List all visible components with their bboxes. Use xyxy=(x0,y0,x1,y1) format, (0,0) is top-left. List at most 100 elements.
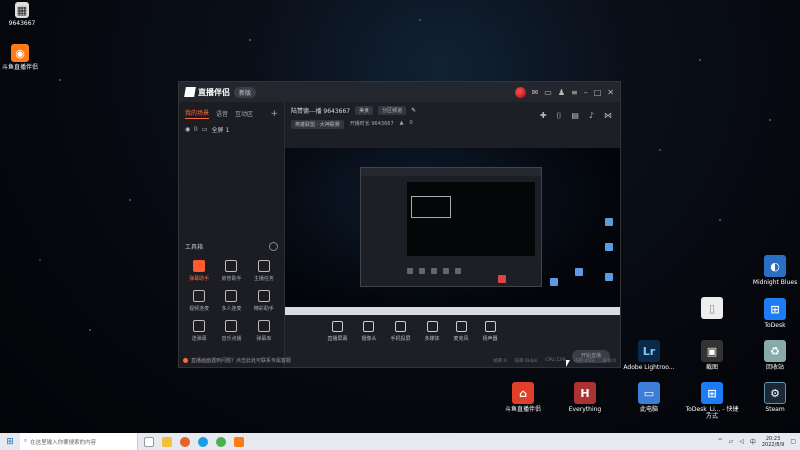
task-view-icon[interactable] xyxy=(144,436,154,447)
chevron-up-icon[interactable]: ^ xyxy=(718,438,723,445)
windows-taskbar: ⊞ ⌕ 在这里输入你要搜索的内容 ^ ▱ ◁ 中 20:23 2022/8/9 … xyxy=(0,433,800,450)
firefox-icon[interactable] xyxy=(180,436,190,447)
desktop-icon-steam[interactable]: ⚙ Steam xyxy=(746,382,800,413)
source-control[interactable]: 麦克风 xyxy=(454,321,469,342)
desktop-icon-screenshot[interactable]: ▣ 截图 xyxy=(683,340,741,371)
scene-tabs: 我的场景 语音 互动区 + xyxy=(179,102,284,122)
app-name: 直播伴侣 xyxy=(198,87,230,97)
desktop-icon-file[interactable]: ▯ xyxy=(683,297,741,321)
desktop-icon-todesk-shortcut[interactable]: ⊞ ToDesk_Li... - 快捷方式 xyxy=(683,382,741,420)
tool-label: 主播任务 xyxy=(253,276,274,282)
start-button[interactable]: ⊞ xyxy=(0,437,20,447)
desktop-icon-label: 9643667 xyxy=(8,20,36,27)
avatar[interactable] xyxy=(514,86,526,98)
stream-preview[interactable] xyxy=(285,148,620,315)
desktop-icon-todesk[interactable]: ⊞ ToDesk xyxy=(746,298,800,329)
tool-item[interactable]: 主播任务 xyxy=(248,260,280,282)
douyu-taskbar-icon[interactable] xyxy=(234,436,244,447)
clock[interactable]: 20:23 2022/8/9 xyxy=(762,436,784,448)
tool-icon xyxy=(257,320,270,332)
source-control[interactable]: 直播屏幕 xyxy=(327,321,347,342)
tool-item[interactable]: 送弹幕 xyxy=(183,320,215,342)
tool-item[interactable]: 视频连麦 xyxy=(183,290,215,312)
desktop-icon-recycle-bin[interactable]: ♻ 回收站 xyxy=(746,340,800,371)
source-controls: 直播屏幕 摄像头 手机投屏 多媒体 麦克风 扬声器 xyxy=(285,321,620,342)
nested-app-preview xyxy=(360,167,542,287)
control-label: 扬声器 xyxy=(482,336,498,342)
tool-item[interactable]: 多人连麦 xyxy=(215,290,247,312)
monitor-icon: ▭ xyxy=(201,126,208,133)
desktop-icon-label: Adobe Lightroo... xyxy=(623,364,675,371)
category-chip[interactable]: 美食 xyxy=(355,106,374,115)
source-control[interactable]: 扬声器 xyxy=(483,321,498,342)
chat-icon[interactable]: ▭ xyxy=(544,88,552,97)
lock-icon[interactable]: ⌷ xyxy=(557,111,562,121)
desktop-icon-douyu-bottom[interactable]: ⌂ 斗鱼直播伴侣 xyxy=(494,382,552,413)
volume-icon[interactable]: ◁ xyxy=(739,438,744,445)
explorer-icon[interactable] xyxy=(162,436,172,447)
fire-icon: ▲ xyxy=(399,120,404,126)
tab-interaction[interactable]: 互动区 xyxy=(235,109,253,118)
shirt-icon[interactable]: ♟ xyxy=(558,88,565,97)
minimize-icon[interactable]: – xyxy=(584,88,588,97)
gift-icon[interactable]: ✚ xyxy=(540,111,547,121)
taskbar-apps xyxy=(144,436,244,447)
add-scene-button[interactable]: + xyxy=(270,109,278,119)
desktop-icon-douyu[interactable]: ◉ 斗鱼直播伴侣 xyxy=(0,44,40,71)
desktop-icon-lightroom[interactable]: Lr Adobe Lightroo... xyxy=(620,340,678,371)
menu-icon[interactable]: ≡ xyxy=(571,88,578,97)
tool-item[interactable]: 音乐点播 xyxy=(215,320,247,342)
edit-icon[interactable]: ✎ xyxy=(411,107,416,114)
scene-item[interactable]: ◉ ⌷ ▭ 全屏 1 xyxy=(179,122,284,137)
bell-icon[interactable]: ♪ xyxy=(589,111,594,121)
title-bar: 直播伴侣 新版 ✉ ▭ ♟ ≡ – □ ✕ xyxy=(179,82,620,102)
copy-icon[interactable]: ▤ xyxy=(571,111,579,121)
tool-item[interactable]: 房管助手 xyxy=(215,260,247,282)
maximize-icon[interactable]: □ xyxy=(594,88,602,97)
tool-item[interactable]: 精彩助手 xyxy=(248,290,280,312)
desktop-icon-top-left[interactable]: ▦ 9643667 xyxy=(2,2,42,27)
tool-label: 多人连麦 xyxy=(221,306,242,312)
network-icon[interactable]: ▱ xyxy=(729,438,734,445)
mail-icon[interactable]: ✉ xyxy=(532,88,539,97)
search-input[interactable]: ⌕ 在这里输入你要搜索的内容 xyxy=(20,433,138,450)
search-placeholder: 在这里输入你要搜索的内容 xyxy=(30,439,97,446)
control-label: 手机投屏 xyxy=(390,336,411,342)
preview-taskbar xyxy=(285,307,620,315)
help-notice[interactable]: 直播画面遇到问题？点击此处可联系专属客服 xyxy=(183,357,800,364)
tool-item[interactable]: 弹幕库 xyxy=(248,320,280,342)
notification-icon[interactable]: ▢ xyxy=(790,438,796,445)
desktop-icon-label: 此电脑 xyxy=(639,406,658,413)
close-icon[interactable]: ✕ xyxy=(607,88,614,97)
game-chip[interactable]: 英雄联盟 · 大神联赛 xyxy=(291,120,344,129)
file-icon: ▦ xyxy=(15,2,29,18)
source-control[interactable]: 摄像头 xyxy=(361,321,376,342)
title-bar-controls: ✉ ▭ ♟ ≡ – □ ✕ xyxy=(514,86,614,98)
desktop-icon-label: Midnight Blues xyxy=(752,279,798,286)
tab-voice[interactable]: 语音 xyxy=(216,109,228,118)
share-icon[interactable]: ⋈ xyxy=(604,111,612,121)
chrome-icon[interactable] xyxy=(216,436,226,447)
collapse-icon[interactable] xyxy=(269,242,278,251)
todesk-icon: ⊞ xyxy=(764,298,786,320)
system-tray: ^ ▱ ◁ 中 20:23 2022/8/9 ▢ xyxy=(718,436,800,448)
main-panel: 陆赞德---播 9643667 美食 分区频道 ✎ 英雄联盟 · 大神联赛 开播… xyxy=(285,102,620,367)
source-control[interactable]: 手机投屏 xyxy=(390,321,411,342)
lock-icon[interactable]: ⌷ xyxy=(194,126,198,134)
tool-item[interactable]: 弹幕助手 xyxy=(183,260,215,282)
tool-label: 音乐点播 xyxy=(221,336,242,342)
ime-icon[interactable]: 中 xyxy=(750,437,756,446)
edge-icon[interactable] xyxy=(198,436,208,447)
tab-scenes[interactable]: 我的场景 xyxy=(185,108,210,119)
tool-label: 弹幕助手 xyxy=(189,276,210,282)
eye-icon[interactable]: ◉ xyxy=(185,126,190,133)
desktop-icon-everything[interactable]: H Everything xyxy=(556,382,614,413)
room-name: 陆赞德---播 9643667 xyxy=(291,108,351,115)
channel-chip[interactable]: 分区频道 xyxy=(378,106,407,115)
control-icon xyxy=(484,321,496,332)
tool-icon xyxy=(225,290,238,302)
source-control[interactable]: 多媒体 xyxy=(425,321,440,342)
version-badge[interactable]: 新版 xyxy=(234,86,257,98)
desktop-icon-this-pc[interactable]: ▭ 此电脑 xyxy=(620,382,678,413)
desktop-icon-midnight-blues[interactable]: ◐ Midnight Blues xyxy=(746,255,800,286)
